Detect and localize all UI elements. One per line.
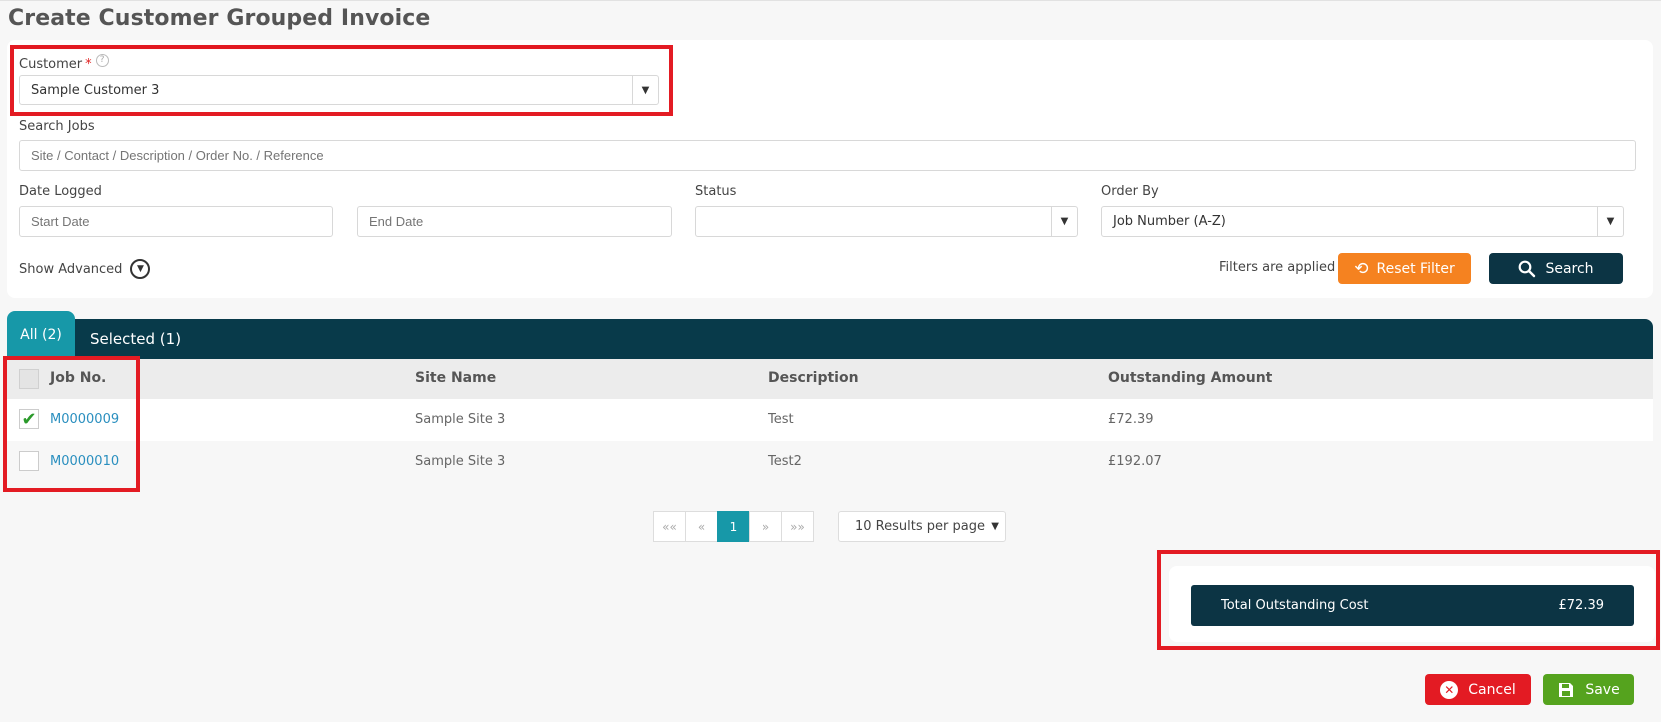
search-jobs-label: Search Jobs xyxy=(19,119,95,134)
site-name-cell: Sample Site 3 xyxy=(415,412,506,427)
save-button-label: Save xyxy=(1585,681,1620,698)
show-advanced-toggle[interactable]: Show Advanced ▼ xyxy=(19,259,151,279)
date-logged-label: Date Logged xyxy=(19,184,102,199)
caret-down-icon: ▼ xyxy=(991,521,999,532)
prev-page-button[interactable]: « xyxy=(685,511,718,542)
table-row xyxy=(7,441,1653,483)
outstanding-amount-cell: £192.07 xyxy=(1108,454,1162,469)
search-button-label: Search xyxy=(1545,260,1594,277)
highlight-customer xyxy=(10,45,673,116)
tab-selected[interactable]: Selected (1) xyxy=(90,330,181,348)
floppy-disk-icon xyxy=(1559,682,1574,697)
first-page-button[interactable]: «« xyxy=(653,511,686,542)
tab-all[interactable]: All (2) xyxy=(7,311,75,359)
order-by-label: Order By xyxy=(1101,184,1159,199)
column-header-outstanding-amount[interactable]: Outstanding Amount xyxy=(1108,370,1272,386)
order-by-select-value: Job Number (A-Z) xyxy=(1113,214,1226,229)
status-label: Status xyxy=(695,184,737,199)
last-page-button[interactable]: »» xyxy=(781,511,814,542)
status-select[interactable]: ▼ xyxy=(695,206,1078,237)
order-by-select[interactable]: Job Number (A-Z) ▼ xyxy=(1101,206,1624,237)
close-icon: ✕ xyxy=(1440,680,1459,699)
tab-bar xyxy=(7,319,1653,359)
search-button[interactable]: Search xyxy=(1489,253,1623,284)
search-icon xyxy=(1519,260,1536,277)
page-title: Create Customer Grouped Invoice xyxy=(8,6,431,31)
highlight-total xyxy=(1157,550,1660,650)
table-row xyxy=(7,399,1653,441)
chevron-down-icon[interactable]: ▼ xyxy=(1597,207,1623,236)
cancel-button[interactable]: ✕ Cancel xyxy=(1425,674,1531,705)
highlight-job-column xyxy=(3,356,140,492)
reset-filter-label: Reset Filter xyxy=(1376,260,1455,277)
page-1-button[interactable]: 1 xyxy=(717,511,750,542)
search-jobs-input[interactable] xyxy=(19,140,1636,171)
chevron-down-icon[interactable]: ▼ xyxy=(1051,207,1077,236)
results-per-page-select[interactable]: 10 Results per page ▼ xyxy=(838,511,1006,542)
outstanding-amount-cell: £72.39 xyxy=(1108,412,1154,427)
column-header-site-name[interactable]: Site Name xyxy=(415,370,496,386)
show-advanced-label: Show Advanced xyxy=(19,261,123,277)
refresh-icon: ⟲ xyxy=(1354,258,1369,279)
reset-filter-button[interactable]: ⟲ Reset Filter xyxy=(1338,253,1471,284)
top-divider xyxy=(0,0,1661,1)
next-page-button[interactable]: » xyxy=(749,511,782,542)
description-cell: Test xyxy=(768,412,794,427)
filters-applied-text: Filters are applied xyxy=(1219,260,1336,275)
column-header-description[interactable]: Description xyxy=(768,370,859,386)
description-cell: Test2 xyxy=(768,454,802,469)
pagination: «« « 1 » »» xyxy=(653,511,814,542)
save-button[interactable]: Save xyxy=(1543,674,1634,705)
start-date-input[interactable] xyxy=(19,206,333,237)
cancel-button-label: Cancel xyxy=(1468,681,1516,698)
end-date-input[interactable] xyxy=(357,206,672,237)
site-name-cell: Sample Site 3 xyxy=(415,454,506,469)
results-per-page-value: 10 Results per page xyxy=(855,519,985,534)
circle-chevron-down-icon[interactable]: ▼ xyxy=(130,259,151,279)
